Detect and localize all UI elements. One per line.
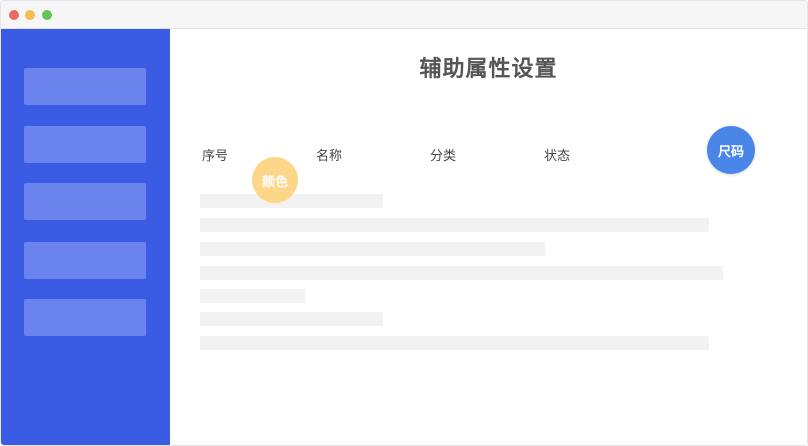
column-header-name: 名称 <box>316 149 343 164</box>
column-header-status: 状态 <box>544 149 571 164</box>
placeholder-row <box>200 289 305 303</box>
column-header-index: 序号 <box>202 149 229 164</box>
sidebar-item-3[interactable] <box>24 183 146 220</box>
placeholder-row <box>200 218 709 232</box>
placeholder-row <box>200 242 545 256</box>
sidebar-item-5[interactable] <box>24 299 146 336</box>
color-attribute-badge[interactable]: 颜色 <box>252 157 298 203</box>
sidebar <box>1 29 170 445</box>
placeholder-row <box>200 336 709 350</box>
sidebar-item-2[interactable] <box>24 126 146 163</box>
placeholder-row <box>200 194 383 208</box>
size-attribute-badge[interactable]: 尺码 <box>707 126 755 174</box>
column-header-category: 分类 <box>430 149 457 164</box>
close-window-button[interactable] <box>9 10 19 20</box>
minimize-window-button[interactable] <box>25 10 35 20</box>
app-window: 辅助属性设置 序号 名称 分类 状态 颜色 尺码 <box>0 0 808 446</box>
sidebar-item-4[interactable] <box>24 242 146 279</box>
placeholder-row <box>200 312 383 326</box>
sidebar-item-1[interactable] <box>24 68 146 105</box>
main-panel: 辅助属性设置 序号 名称 分类 状态 颜色 尺码 <box>170 29 807 445</box>
page-title: 辅助属性设置 <box>419 57 558 82</box>
placeholder-row <box>200 266 723 280</box>
maximize-window-button[interactable] <box>42 10 52 20</box>
title-bar <box>1 1 807 29</box>
